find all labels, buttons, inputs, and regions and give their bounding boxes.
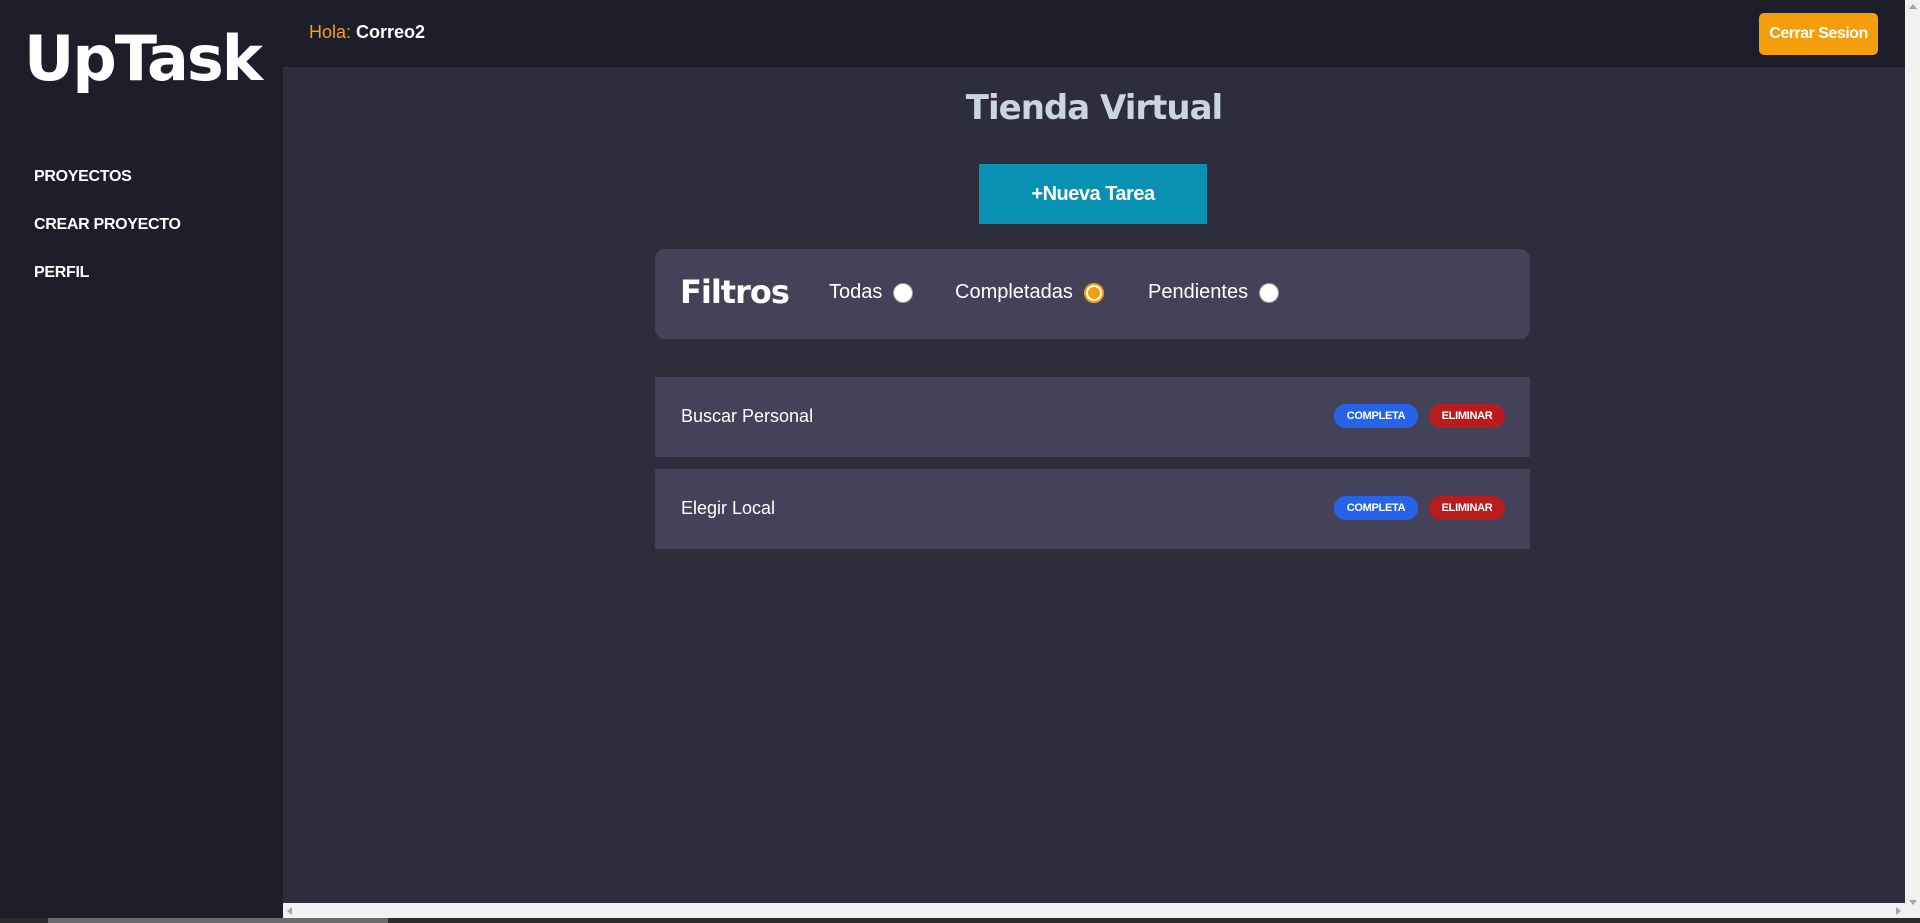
task-name: Buscar Personal	[681, 406, 814, 426]
greeting-prefix: Hola:	[309, 22, 352, 42]
vertical-scrollbar[interactable]	[1905, 0, 1920, 923]
task-delete-button[interactable]: ELIMINAR	[1429, 496, 1505, 520]
new-task-button[interactable]: +Nueva Tarea	[979, 164, 1207, 224]
app-logo[interactable]: UpTask	[24, 22, 263, 96]
sidebar-nav: PROYECTOS CREAR PROYECTO PERFIL	[34, 165, 181, 309]
page-title: Tienda Virtual	[965, 88, 1223, 128]
task-name: Elegir Local	[681, 498, 776, 518]
top-bar: Hola: Correo2 Cerrar Sesion	[283, 0, 1905, 67]
scroll-up-icon[interactable]	[1909, 4, 1917, 9]
taskbar-strip	[0, 918, 1920, 923]
task-row: Elegir Local COMPLETA ELIMINAR	[655, 469, 1530, 549]
sidebar-item-proyectos[interactable]: PROYECTOS	[34, 165, 181, 213]
scroll-thumb[interactable]	[48, 918, 388, 923]
username: Correo2	[356, 22, 426, 42]
filter-label: Completadas	[955, 281, 1073, 303]
sidebar: UpTask PROYECTOS CREAR PROYECTO PERFIL	[0, 0, 283, 923]
filters-title: Filtros	[680, 273, 790, 311]
task-row: Buscar Personal COMPLETA ELIMINAR	[655, 377, 1530, 457]
filters-panel: Filtros Todas Completadas Pendientes	[655, 249, 1530, 339]
horizontal-scrollbar[interactable]	[283, 903, 1905, 918]
task-status-button[interactable]: COMPLETA	[1334, 404, 1418, 428]
scroll-down-icon[interactable]	[1909, 900, 1917, 905]
filter-completadas[interactable]: Completadas	[955, 281, 1104, 304]
scroll-right-icon[interactable]	[1896, 907, 1901, 915]
filter-pendientes-radio[interactable]	[1259, 282, 1280, 303]
task-status-button[interactable]: COMPLETA	[1334, 496, 1418, 520]
filter-todas[interactable]: Todas	[829, 281, 914, 304]
sidebar-item-crear-proyecto[interactable]: CREAR PROYECTO	[34, 213, 181, 261]
filter-completadas-radio[interactable]	[1083, 282, 1104, 303]
logout-button[interactable]: Cerrar Sesion	[1759, 13, 1878, 55]
filter-label: Pendientes	[1148, 281, 1249, 303]
sidebar-item-perfil[interactable]: PERFIL	[34, 261, 181, 309]
user-greeting: Hola: Correo2	[309, 22, 425, 43]
filter-todas-radio[interactable]	[893, 282, 914, 303]
filter-label: Todas	[829, 281, 883, 303]
task-delete-button[interactable]: ELIMINAR	[1429, 404, 1505, 428]
scroll-left-icon[interactable]	[287, 907, 292, 915]
filter-pendientes[interactable]: Pendientes	[1148, 281, 1280, 304]
